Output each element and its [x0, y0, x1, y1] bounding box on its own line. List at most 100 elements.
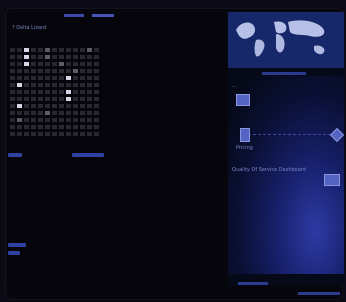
seat-cell[interactable]: [17, 55, 22, 59]
seat-cell[interactable]: [94, 125, 99, 129]
seat-cell[interactable]: [10, 48, 15, 52]
seat-cell[interactable]: [45, 83, 50, 87]
seat-cell[interactable]: [80, 104, 85, 108]
node-right[interactable]: [329, 127, 345, 143]
seat-cell[interactable]: [24, 48, 29, 52]
seat-cell[interactable]: [24, 125, 29, 129]
seat-cell[interactable]: [73, 55, 78, 59]
seat-cell[interactable]: [10, 55, 15, 59]
seat-cell[interactable]: [80, 97, 85, 101]
seat-cell[interactable]: [87, 111, 92, 115]
seat-cell[interactable]: [87, 83, 92, 87]
seat-cell[interactable]: [10, 125, 15, 129]
seat-cell[interactable]: [31, 104, 36, 108]
seat-cell[interactable]: [38, 48, 43, 52]
seat-cell[interactable]: [73, 111, 78, 115]
seat-cell[interactable]: [94, 90, 99, 94]
seat-cell[interactable]: [45, 69, 50, 73]
tab-2[interactable]: [92, 14, 114, 17]
seat-cell[interactable]: [45, 48, 50, 52]
seat-cell[interactable]: [73, 48, 78, 52]
seat-cell[interactable]: [87, 104, 92, 108]
seat-cell[interactable]: [87, 69, 92, 73]
seat-cell[interactable]: [45, 76, 50, 80]
seat-cell[interactable]: [80, 62, 85, 66]
seat-cell[interactable]: [80, 132, 85, 136]
seat-cell[interactable]: [94, 69, 99, 73]
seat-cell[interactable]: [94, 111, 99, 115]
seat-cell[interactable]: [31, 69, 36, 73]
tab-1[interactable]: [64, 14, 84, 17]
seat-cell[interactable]: [73, 104, 78, 108]
seat-cell[interactable]: [66, 125, 71, 129]
seat-cell[interactable]: [87, 48, 92, 52]
seat-cell[interactable]: [66, 69, 71, 73]
seat-cell[interactable]: [59, 125, 64, 129]
seat-cell[interactable]: [80, 76, 85, 80]
seat-cell[interactable]: [52, 55, 57, 59]
seat-cell[interactable]: [66, 90, 71, 94]
seat-cell[interactable]: [31, 125, 36, 129]
seat-cell[interactable]: [94, 132, 99, 136]
seat-cell[interactable]: [87, 132, 92, 136]
seat-cell[interactable]: [10, 62, 15, 66]
seat-cell[interactable]: [52, 76, 57, 80]
seat-cell[interactable]: [59, 118, 64, 122]
seat-cell[interactable]: [66, 111, 71, 115]
seat-cell[interactable]: [52, 62, 57, 66]
seat-cell[interactable]: [66, 132, 71, 136]
seat-cell[interactable]: [87, 62, 92, 66]
seat-cell[interactable]: [10, 118, 15, 122]
seat-cell[interactable]: [10, 97, 15, 101]
seat-cell[interactable]: [73, 97, 78, 101]
seat-cell[interactable]: [31, 111, 36, 115]
seat-cell[interactable]: [94, 55, 99, 59]
seat-cell[interactable]: [80, 118, 85, 122]
seat-cell[interactable]: [87, 118, 92, 122]
seat-cell[interactable]: [17, 97, 22, 101]
seat-cell[interactable]: [17, 132, 22, 136]
seat-cell[interactable]: [38, 55, 43, 59]
seat-cell[interactable]: [66, 83, 71, 87]
seat-cell[interactable]: [31, 62, 36, 66]
seat-cell[interactable]: [80, 111, 85, 115]
seat-cell[interactable]: [87, 97, 92, 101]
seat-cell[interactable]: [59, 104, 64, 108]
seat-cell[interactable]: [59, 48, 64, 52]
seat-cell[interactable]: [80, 55, 85, 59]
seat-cell[interactable]: [17, 111, 22, 115]
seat-cell[interactable]: [31, 118, 36, 122]
seat-cell[interactable]: [52, 83, 57, 87]
seat-cell[interactable]: [31, 76, 36, 80]
seat-cell[interactable]: [38, 125, 43, 129]
seat-cell[interactable]: [24, 111, 29, 115]
seat-cell[interactable]: [24, 69, 29, 73]
seat-cell[interactable]: [59, 90, 64, 94]
seat-cell[interactable]: [31, 90, 36, 94]
seat-cell[interactable]: [59, 55, 64, 59]
seat-cell[interactable]: [24, 132, 29, 136]
seat-cell[interactable]: [31, 55, 36, 59]
seat-cell[interactable]: [38, 76, 43, 80]
seat-cell[interactable]: [52, 132, 57, 136]
node-top-left[interactable]: [236, 94, 250, 106]
seat-cell[interactable]: [94, 48, 99, 52]
seat-cell[interactable]: [45, 132, 50, 136]
seat-cell[interactable]: [31, 48, 36, 52]
seat-cell[interactable]: [17, 76, 22, 80]
seat-cell[interactable]: [94, 118, 99, 122]
seat-cell[interactable]: [52, 104, 57, 108]
seat-cell[interactable]: [52, 48, 57, 52]
seat-cell[interactable]: [94, 62, 99, 66]
seat-cell[interactable]: [73, 69, 78, 73]
seat-cell[interactable]: [17, 104, 22, 108]
seat-cell[interactable]: [73, 62, 78, 66]
bottom-button-1[interactable]: [8, 243, 26, 247]
seat-grid[interactable]: [10, 48, 102, 148]
seat-cell[interactable]: [45, 90, 50, 94]
seat-cell[interactable]: [24, 104, 29, 108]
seat-cell[interactable]: [17, 118, 22, 122]
seat-cell[interactable]: [52, 69, 57, 73]
seat-cell[interactable]: [31, 97, 36, 101]
seat-cell[interactable]: [59, 62, 64, 66]
